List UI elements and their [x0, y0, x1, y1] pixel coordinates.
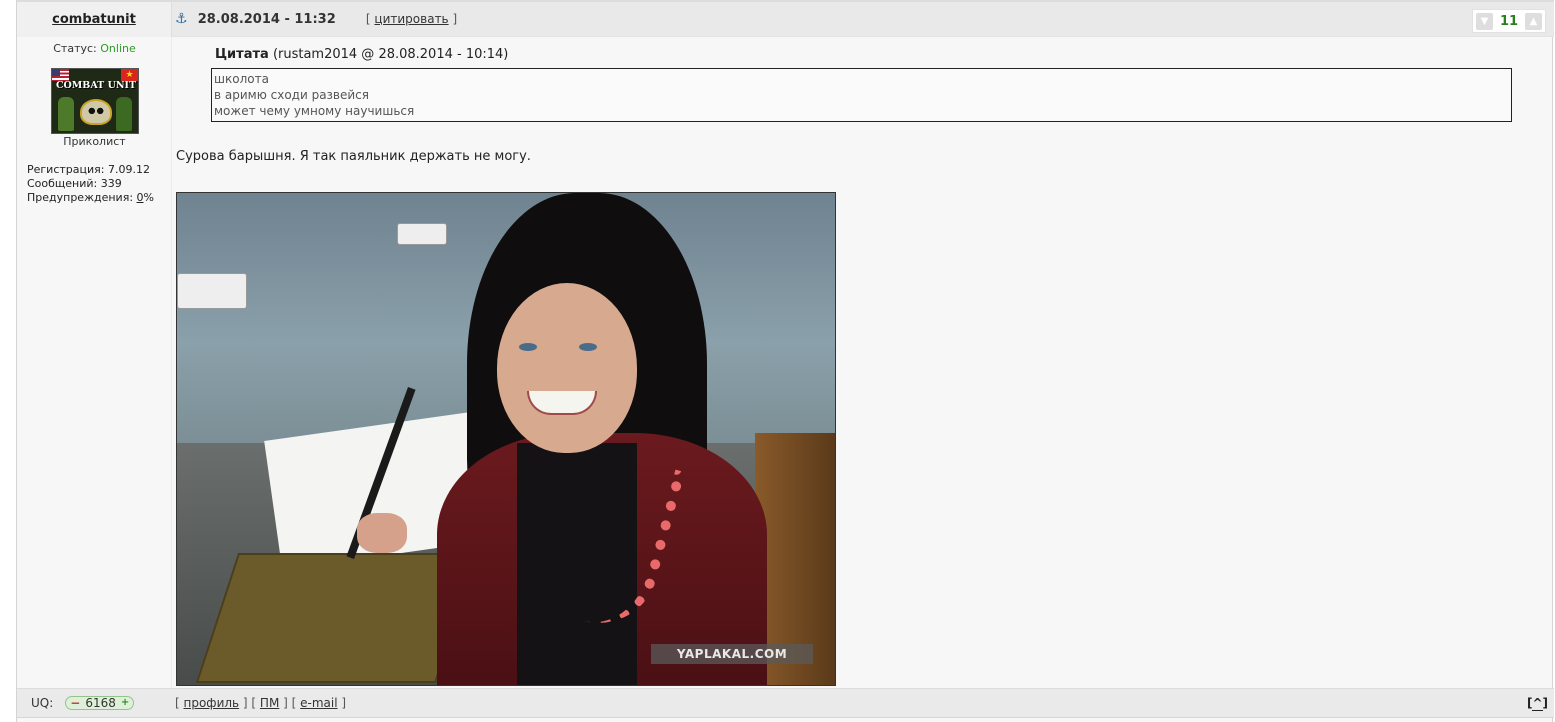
author-sidebar: Статус: Online ★ COMBAT UNIT Приколист Р… — [17, 37, 172, 688]
uq-label: UQ: — [31, 696, 54, 710]
image-watermark: YAPLAKAL.COM — [651, 644, 813, 664]
profile-link[interactable]: профиль — [184, 696, 240, 710]
anchor-icon[interactable]: ⚓ — [175, 11, 188, 27]
quote-line: школота — [214, 72, 269, 86]
skull-emblem — [80, 99, 112, 125]
rating-value: 11 — [1499, 13, 1519, 29]
post-content: Цитата (rustam2014 @ 28.08.2014 - 10:14)… — [175, 37, 1550, 688]
uq-minus-button[interactable]: − — [70, 697, 80, 709]
footer-links: [ профиль ] [ ПМ ] [ e-mail ] — [175, 696, 347, 710]
thumbs-up-icon[interactable]: ▲ — [1525, 12, 1542, 30]
caret-up-icon: ^ — [1532, 696, 1543, 711]
quote-line: может чему умному научишься — [214, 104, 415, 118]
uq-rating: UQ: − 6168 + — [31, 689, 135, 717]
thumbs-down-icon[interactable]: ▼ — [1476, 12, 1493, 30]
post-text: Сурова барышня. Я так паяльник держать н… — [176, 149, 531, 164]
scroll-top-link[interactable]: [^] — [1527, 689, 1548, 717]
email-link[interactable]: e-mail — [300, 696, 337, 710]
warnings-label: Предупреждения: — [27, 191, 134, 204]
message-count: Сообщений: 339 — [27, 177, 122, 190]
warnings-unit: % — [143, 191, 154, 204]
user-stats: Регистрация: 7.09.12 Сообщений: 339 Пред… — [27, 163, 154, 205]
user-status: Статус: Online — [17, 42, 172, 55]
post-date: 28.08.2014 - 11:32 — [197, 12, 336, 27]
post-head: ⚓ 28.08.2014 - 11:32 [ цитировать ] — [175, 2, 457, 37]
uq-value: 6168 — [85, 696, 116, 710]
post-header: combatunit ⚓ 28.08.2014 - 11:32 [ цитиро… — [17, 0, 1554, 37]
quote-meta: (rustam2014 @ 28.08.2014 - 10:14) — [272, 47, 509, 62]
avatar-text: COMBAT UNIT — [55, 80, 137, 91]
uq-pill: − 6168 + — [65, 696, 135, 710]
status-value: Online — [100, 42, 136, 55]
author-cell: combatunit — [17, 2, 172, 37]
author-name-link[interactable]: combatunit — [52, 12, 136, 27]
quote-label: Цитата — [215, 47, 269, 62]
forum-post: combatunit ⚓ 28.08.2014 - 11:32 [ цитиро… — [16, 0, 1554, 722]
soldier-figure — [58, 97, 74, 131]
quote-link[interactable]: цитировать — [374, 12, 448, 26]
quote-link-wrap: [ цитировать ] — [365, 12, 458, 26]
pm-link[interactable]: ПМ — [260, 696, 279, 710]
quote-title: Цитата (rustam2014 @ 28.08.2014 - 10:14) — [215, 47, 508, 62]
post-footer: UQ: − 6168 + [ профиль ] [ ПМ ] [ e-mail… — [17, 688, 1554, 718]
warnings: Предупреждения: 0% — [27, 191, 154, 205]
rating-widget: ▼ 11 ▲ — [1472, 9, 1546, 33]
user-rank: Приколист — [63, 135, 126, 148]
status-label: Статус: — [53, 42, 97, 55]
quote-box: школота в аримю сходи развейся может чем… — [211, 68, 1512, 122]
uq-plus-button[interactable]: + — [121, 697, 129, 709]
post-image[interactable]: YAPLAKAL.COM — [176, 192, 836, 686]
soldier-figure — [116, 97, 132, 131]
warnings-value[interactable]: 0 — [137, 191, 144, 204]
registration-date: Регистрация: 7.09.12 — [27, 163, 150, 176]
avatar[interactable]: ★ COMBAT UNIT — [51, 68, 139, 134]
quote-line: в аримю сходи развейся — [214, 88, 369, 102]
